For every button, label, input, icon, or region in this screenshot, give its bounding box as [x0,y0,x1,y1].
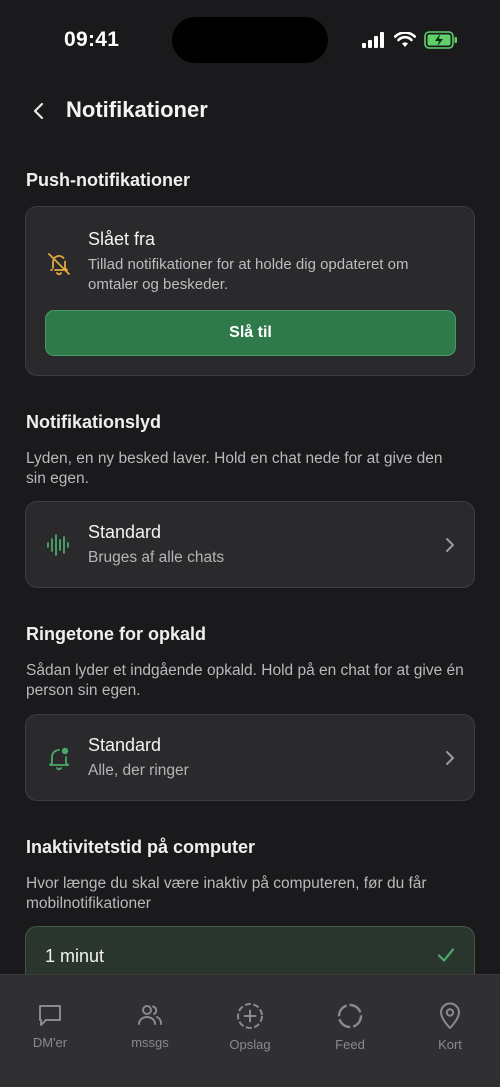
tab-mssgs[interactable]: mssgs [100,975,200,1087]
bell-off-icon [48,253,70,276]
ringtone-section-title: Ringetone for opkald [26,624,206,644]
tab-feed-label: Feed [335,1037,365,1052]
tab-kort[interactable]: Kort [400,975,500,1087]
tab-kort-label: Kort [438,1037,462,1052]
circle-icon [337,1003,363,1029]
tab-mssgs-label: mssgs [131,1035,169,1050]
battery-charging-icon [424,31,457,49]
people-icon [138,1005,162,1025]
ringtone-section-description: Sådan lyder et indgående opkald. Hold på… [26,662,464,699]
dynamic-island [172,17,328,63]
map-pin-icon [440,1002,460,1029]
tab-opslag[interactable]: Opslag [200,975,300,1087]
tab-bar: DM'er mssgs Opslag Feed Kort [0,974,500,1087]
sound-section-description: Lyden, en ny besked laver. Hold en chat … [26,450,443,487]
ringtone-row-title: Standard [88,735,162,755]
back-button[interactable] [24,96,54,126]
sound-row-title: Standard [88,522,162,542]
push-section-title: Push-notifikationer [26,170,191,190]
chat-bubble-icon [39,1005,61,1026]
page-title: Notifikationer [66,97,208,122]
header: Notifikationer [0,88,500,134]
plus-circle-icon [237,1003,263,1029]
inactivity-option-label: 1 minut [45,946,105,966]
enable-notifications-button[interactable]: Slå til [45,310,456,356]
chevron-left-icon [33,102,44,120]
status-bar: 09:41 [0,0,500,80]
push-state-title: Slået fra [88,229,156,249]
cellular-signal-icon [362,32,384,48]
sound-wave-icon [47,534,69,556]
wifi-icon [394,32,416,47]
tab-feed[interactable]: Feed [300,975,400,1087]
inactivity-section-description: Hvor længe du skal være inaktiv på compu… [26,875,427,912]
status-icons [362,31,458,49]
chevron-right-icon [446,538,454,552]
chevron-right-icon [446,751,454,765]
ringtone-row[interactable]: Standard Alle, der ringer [25,714,475,801]
sound-row-subtitle: Bruges af alle chats [88,549,225,566]
checkmark-icon [437,948,455,962]
push-state-description: Tillad notifikationer for at holde dig o… [88,256,409,293]
sound-section-title: Notifikationslyd [26,412,162,432]
status-time: 09:41 [64,28,120,51]
tab-opslag-label: Opslag [229,1037,271,1052]
tab-dms-label: DM'er [32,1035,68,1050]
push-status-card: Slået fra Tillad notifikationer for at h… [25,206,475,376]
inactivity-section-title: Inaktivitetstid på computer [26,837,256,857]
tab-dms[interactable]: DM'er [0,975,100,1087]
notification-sound-row[interactable]: Standard Bruges af alle chats [25,501,475,588]
ringtone-row-subtitle: Alle, der ringer [88,762,189,779]
bell-ring-icon [49,747,69,771]
